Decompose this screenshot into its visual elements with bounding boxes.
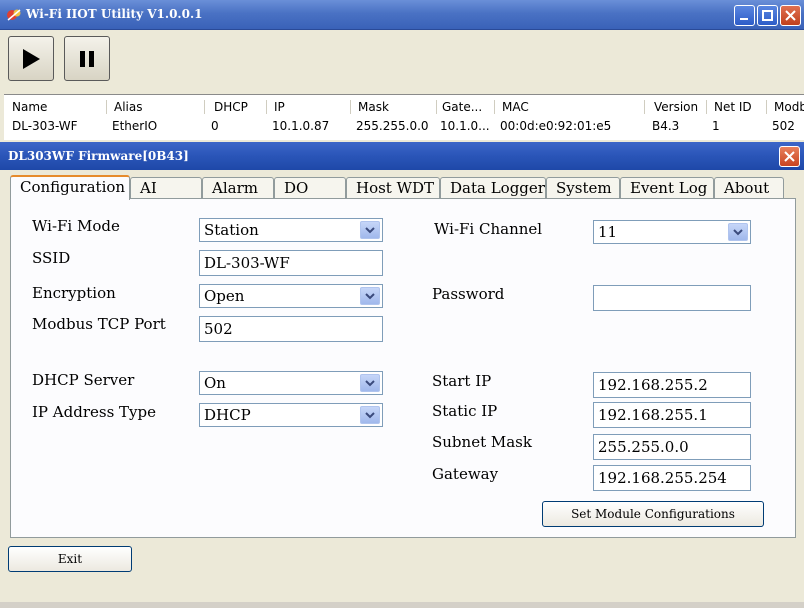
tab-data-logger[interactable]: Data Logger (440, 177, 546, 199)
chevron-down-icon[interactable] (360, 221, 380, 239)
gateway-label: Gateway (432, 465, 499, 483)
wifi-channel-value: 11 (598, 223, 618, 241)
minimize-button[interactable] (734, 5, 755, 26)
cell-net-id: 1 (712, 119, 720, 133)
set-module-configurations-button[interactable]: Set Module Configurations (542, 501, 764, 527)
column-header-version[interactable]: Version (654, 100, 698, 114)
cell-ip: 10.1.0.87 (272, 119, 330, 133)
tab-bar: Configuration AI Alarm DO Host WDT Data … (10, 175, 800, 200)
wifi-channel-select[interactable]: 11 (593, 220, 751, 244)
configuration-panel: Wi-Fi Mode Station SSID DL-303-WF Encryp… (10, 198, 796, 538)
static-ip-input[interactable]: 192.168.255.1 (593, 402, 751, 428)
start-button[interactable] (8, 36, 54, 81)
exit-button[interactable]: Exit (8, 546, 132, 572)
tab-system[interactable]: System (546, 177, 620, 199)
tab-about[interactable]: About (714, 177, 784, 199)
dhcp-server-label: DHCP Server (32, 371, 135, 389)
subnet-mask-label: Subnet Mask (432, 433, 532, 451)
dhcp-server-select[interactable]: On (199, 371, 383, 395)
dialog-title: DL303WF Firmware[0B43] (8, 149, 189, 163)
pause-icon (80, 50, 94, 67)
table-row[interactable]: DL-303-WF EtherIO 0 10.1.0.87 255.255.0.… (4, 117, 804, 137)
ip-address-type-label: IP Address Type (32, 403, 156, 421)
cell-alias: EtherIO (112, 119, 158, 133)
list-header: Name Alias DHCP IP Mask Gate... MAC Vers… (4, 98, 804, 118)
chevron-down-icon[interactable] (360, 406, 380, 424)
subnet-mask-input[interactable]: 255.255.0.0 (593, 434, 751, 460)
wifi-channel-label: Wi-Fi Channel (434, 220, 543, 238)
ssid-input[interactable]: DL-303-WF (199, 250, 383, 276)
static-ip-label: Static IP (432, 402, 498, 420)
ssid-label: SSID (32, 249, 71, 267)
tab-do[interactable]: DO (274, 177, 346, 199)
wifi-mode-value: Station (204, 221, 259, 239)
column-header-dhcp[interactable]: DHCP (214, 100, 248, 114)
column-header-modbus[interactable]: Modb (774, 100, 804, 114)
gateway-input[interactable]: 192.168.255.254 (593, 465, 751, 491)
app-title: Wi-Fi IIOT Utility V1.0.0.1 (26, 7, 203, 21)
window-bottom-edge (0, 602, 804, 608)
column-header-net-id[interactable]: Net ID (714, 100, 752, 114)
maximize-icon (762, 10, 773, 21)
chevron-down-icon[interactable] (728, 223, 748, 241)
password-input[interactable] (593, 285, 751, 311)
column-header-alias[interactable]: Alias (114, 100, 142, 114)
dialog-titlebar: DL303WF Firmware[0B43] (0, 142, 804, 170)
dhcp-server-value: On (204, 374, 226, 392)
play-icon (23, 48, 40, 69)
column-header-mac[interactable]: MAC (502, 100, 529, 114)
minimize-icon (740, 18, 748, 20)
app-icon (7, 9, 21, 21)
start-ip-label: Start IP (432, 372, 492, 390)
wifi-mode-select[interactable]: Station (199, 218, 383, 242)
column-header-ip[interactable]: IP (274, 100, 285, 114)
close-button[interactable] (780, 5, 801, 26)
tab-alarm[interactable]: Alarm (202, 177, 274, 199)
column-header-gateway[interactable]: Gate... (442, 100, 482, 114)
chevron-down-icon[interactable] (360, 374, 380, 392)
dialog-close-button[interactable] (779, 146, 800, 167)
wifi-mode-label: Wi-Fi Mode (32, 217, 120, 235)
tab-host-wdt[interactable]: Host WDT (346, 177, 440, 199)
cell-mac: 00:0d:e0:92:01:e5 (500, 119, 612, 133)
encryption-select[interactable]: Open (199, 284, 383, 308)
encryption-value: Open (204, 287, 245, 305)
cell-mask: 255.255.0.0 (356, 119, 429, 133)
toolbar (0, 30, 804, 94)
modbus-port-input[interactable]: 502 (199, 316, 383, 342)
encryption-label: Encryption (32, 284, 116, 302)
cell-modbus: 502 (772, 119, 795, 133)
password-label: Password (432, 285, 505, 303)
device-list: Name Alias DHCP IP Mask Gate... MAC Vers… (4, 94, 804, 140)
close-icon (785, 10, 796, 21)
column-header-mask[interactable]: Mask (358, 100, 389, 114)
close-icon (784, 151, 795, 162)
tab-ai[interactable]: AI (130, 177, 202, 199)
maximize-button[interactable] (757, 5, 778, 26)
pause-button[interactable] (64, 36, 110, 81)
chevron-down-icon[interactable] (360, 287, 380, 305)
tab-configuration[interactable]: Configuration (10, 175, 130, 200)
firmware-dialog: DL303WF Firmware[0B43] Configuration AI … (0, 142, 804, 608)
column-header-name[interactable]: Name (12, 100, 47, 114)
cell-version: B4.3 (652, 119, 680, 133)
cell-gateway: 10.1.0... (440, 119, 490, 133)
ip-address-type-select[interactable]: DHCP (199, 403, 383, 427)
ip-address-type-value: DHCP (204, 406, 251, 424)
cell-dhcp: 0 (211, 119, 219, 133)
tab-event-log[interactable]: Event Log (620, 177, 714, 199)
modbus-port-label: Modbus TCP Port (32, 315, 166, 333)
cell-name: DL-303-WF (12, 119, 78, 133)
start-ip-input[interactable]: 192.168.255.2 (593, 372, 751, 398)
app-titlebar: Wi-Fi IIOT Utility V1.0.0.1 (0, 0, 804, 30)
